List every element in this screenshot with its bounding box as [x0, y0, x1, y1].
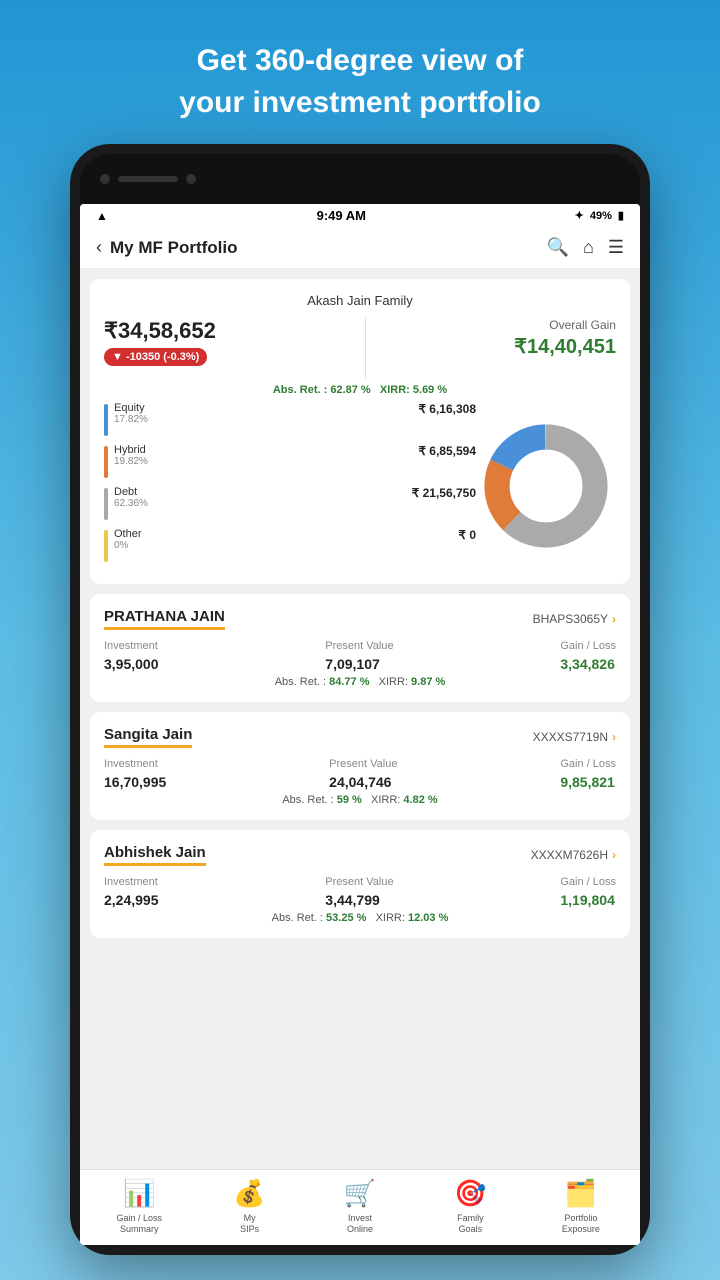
person-card-1: Sangita Jain XXXXS7719N › Investment 16,… [90, 712, 630, 820]
person-name: PRATHANA JAIN [104, 608, 225, 630]
bottom-nav-icon-portfolio: 🗂️ [565, 1178, 597, 1209]
present-value-col: Present Value 24,04,746 [329, 758, 397, 790]
bottom-nav-label-invest: InvestOnline [347, 1213, 373, 1235]
gain-loss-col: Gain / Loss 9,85,821 [560, 758, 616, 790]
wifi-icon: ▲ [96, 209, 108, 223]
status-time: 9:49 AM [317, 208, 366, 223]
status-bar: ▲ 9:49 AM ✦ 49% ▮ [80, 204, 640, 227]
overall-gain-label: Overall Gain [514, 318, 616, 332]
gain-loss-col: Gain / Loss 3,34,826 [560, 640, 616, 672]
gain-loss-col: Gain / Loss 1,19,804 [560, 876, 616, 908]
legend-item-hybrid: Hybrid 19.82% ₹ 6,85,594 [104, 444, 476, 478]
person-pan[interactable]: BHAPS3065Y › [533, 612, 616, 626]
family-name: Akash Jain Family [104, 293, 616, 308]
nav-bar: ‹ My MF Portfolio 🔍 ⌂ ☰ [80, 227, 640, 269]
phone-screen: ▲ 9:49 AM ✦ 49% ▮ ‹ My MF Portfolio 🔍 ⌂ … [80, 204, 640, 1245]
portfolio-total-value: ₹34,58,652 [104, 318, 216, 344]
overall-gain-value: ₹14,40,451 [514, 334, 616, 359]
present-value-col: Present Value 7,09,107 [325, 640, 393, 672]
bottom-nav-icon-my-sips: 💰 [233, 1178, 265, 1209]
portfolio-legend: Equity 17.82% ₹ 6,16,308 Hybrid 19.82% ₹… [104, 402, 476, 570]
bottom-nav-family[interactable]: 🎯 FamilyGoals [415, 1178, 525, 1235]
person-pan[interactable]: XXXXM7626H › [531, 848, 616, 862]
search-icon[interactable]: 🔍 [547, 237, 569, 258]
person-metrics: Investment 2,24,995 Present Value 3,44,7… [104, 876, 616, 908]
legend-amount: ₹ 6,16,308 [410, 402, 476, 416]
bottom-nav-my-sips[interactable]: 💰 MySIPs [194, 1178, 304, 1235]
person-returns: Abs. Ret. : 84.77 % XIRR: 9.87 % [104, 676, 616, 688]
legend-item-other: Other 0% ₹ 0 [104, 528, 476, 562]
portfolio-donut [476, 416, 616, 556]
person-card-0: PRATHANA JAIN BHAPS3065Y › Investment 3,… [90, 594, 630, 702]
person-name: Abhishek Jain [104, 844, 206, 866]
person-metrics: Investment 16,70,995 Present Value 24,04… [104, 758, 616, 790]
headline-line2: your investment portfolio [179, 86, 541, 119]
present-value-col: Present Value 3,44,799 [325, 876, 393, 908]
bottom-nav-icon-gain-loss: 📊 [123, 1178, 155, 1209]
bottom-nav-portfolio[interactable]: 🗂️ PortfolioExposure [526, 1178, 636, 1235]
investment-col: Investment 16,70,995 [104, 758, 166, 790]
person-card-2: Abhishek Jain XXXXM7626H › Investment 2,… [90, 830, 630, 938]
headline-line1: Get 360-degree view of [197, 44, 524, 77]
page-title: My MF Portfolio [110, 238, 237, 258]
bottom-nav-icon-family: 🎯 [454, 1178, 486, 1209]
bottom-nav: 📊 Gain / LossSummary 💰 MySIPs 🛒 InvestOn… [80, 1169, 640, 1245]
person-header: Abhishek Jain XXXXM7626H › [104, 844, 616, 866]
portfolio-card: Akash Jain Family ₹34,58,652 ▼ -10350 (-… [90, 279, 630, 584]
legend-color [104, 404, 108, 436]
back-button[interactable]: ‹ [96, 237, 102, 258]
header-headline: Get 360-degree view of your investment p… [139, 0, 581, 144]
bottom-nav-icon-invest: 🛒 [344, 1178, 376, 1209]
phone-notch [80, 154, 640, 204]
investment-col: Investment 2,24,995 [104, 876, 159, 908]
legend-amount: ₹ 0 [450, 528, 476, 542]
legend-color [104, 446, 108, 478]
legend-amount: ₹ 21,56,750 [404, 486, 476, 500]
person-metrics: Investment 3,95,000 Present Value 7,09,1… [104, 640, 616, 672]
bottom-nav-invest[interactable]: 🛒 InvestOnline [305, 1178, 415, 1235]
legend-item-debt: Debt 62.36% ₹ 21,56,750 [104, 486, 476, 520]
person-header: PRATHANA JAIN BHAPS3065Y › [104, 608, 616, 630]
portfolio-returns: Abs. Ret. : 62.87 % XIRR: 5.69 % [104, 384, 616, 396]
home-icon[interactable]: ⌂ [583, 237, 594, 258]
legend-item-equity: Equity 17.82% ₹ 6,16,308 [104, 402, 476, 436]
portfolio-change: ▼ -10350 (-0.3%) [104, 348, 207, 366]
person-returns: Abs. Ret. : 59 % XIRR: 4.82 % [104, 794, 616, 806]
bottom-nav-label-my-sips: MySIPs [240, 1213, 259, 1235]
phone-frame: ▲ 9:49 AM ✦ 49% ▮ ‹ My MF Portfolio 🔍 ⌂ … [70, 144, 650, 1255]
legend-amount: ₹ 6,85,594 [410, 444, 476, 458]
person-name: Sangita Jain [104, 726, 192, 748]
legend-color [104, 488, 108, 520]
legend-color [104, 530, 108, 562]
menu-icon[interactable]: ☰ [608, 237, 624, 258]
investment-col: Investment 3,95,000 [104, 640, 159, 672]
bottom-nav-label-gain-loss: Gain / LossSummary [116, 1213, 162, 1235]
battery-icon: ▮ [618, 209, 624, 222]
person-returns: Abs. Ret. : 53.25 % XIRR: 12.03 % [104, 912, 616, 924]
person-header: Sangita Jain XXXXS7719N › [104, 726, 616, 748]
bluetooth-icon: ✦ [575, 209, 584, 222]
main-content: Akash Jain Family ₹34,58,652 ▼ -10350 (-… [80, 269, 640, 1169]
battery-percent: 49% [590, 210, 612, 222]
bottom-nav-gain-loss[interactable]: 📊 Gain / LossSummary [84, 1178, 194, 1235]
bottom-nav-label-portfolio: PortfolioExposure [562, 1213, 600, 1235]
bottom-nav-label-family: FamilyGoals [457, 1213, 484, 1235]
person-pan[interactable]: XXXXS7719N › [533, 730, 616, 744]
